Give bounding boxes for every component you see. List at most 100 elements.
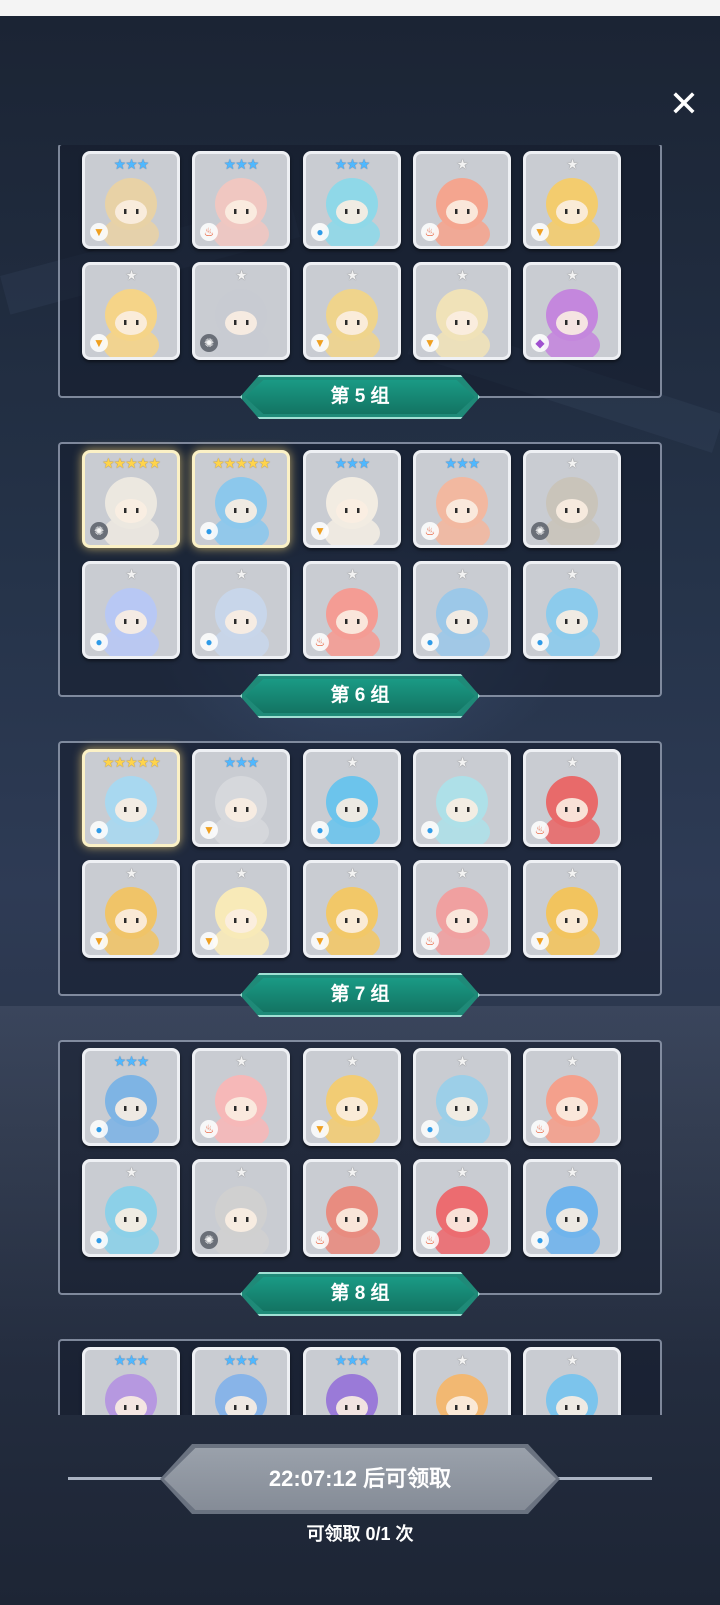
star-rating-icon: ★ — [456, 267, 469, 283]
hero-slot[interactable]: ★▼ — [303, 860, 401, 958]
hero-slot[interactable]: ★★★◆ — [303, 1347, 401, 1415]
hero-slot[interactable]: ★● — [82, 561, 180, 659]
star-rating-icon: ★ — [235, 865, 248, 881]
claim-count-text: 可领取 0/1 次 — [306, 1524, 414, 1544]
star-rating-icon: ★★★ — [113, 1352, 150, 1368]
group-label-banner: 第 7 组 — [240, 973, 480, 1017]
star-rating-icon: ★ — [346, 1053, 359, 1069]
hero-slot[interactable]: ★ ✺ — [192, 262, 290, 360]
hero-slot[interactable]: ★● — [523, 561, 621, 659]
hero-slot[interactable]: ★ ♨ — [523, 749, 621, 847]
light-element-icon: ▼ — [531, 223, 549, 241]
hero-slot[interactable]: ★▼ — [82, 860, 180, 958]
water-element-icon: ● — [421, 1120, 439, 1138]
star-rating-icon: ★ — [566, 1053, 579, 1069]
star-rating-icon: ★ — [235, 267, 248, 283]
star-rating-icon: ★ — [566, 566, 579, 582]
fire-element-icon: ♨ — [421, 223, 439, 241]
hero-slot[interactable]: ★▼ — [82, 262, 180, 360]
fire-element-icon: ♨ — [531, 821, 549, 839]
hero-slot[interactable]: ★● — [523, 1347, 621, 1415]
hero-slot[interactable]: ★★★★★ ✺ — [82, 450, 180, 548]
star-rating-icon: ★★★★★ — [102, 455, 161, 471]
hero-slot[interactable]: ★ ◆ — [523, 262, 621, 360]
light-element-icon: ▼ — [531, 932, 549, 950]
star-rating-icon: ★★★ — [223, 156, 260, 172]
claim-button-label: 22:07:12 后可领取 — [164, 1448, 556, 1510]
claim-line-left — [68, 1477, 168, 1480]
hero-slot[interactable]: ★ ♨ — [303, 561, 401, 659]
hero-slot[interactable]: ★ ♨ — [303, 1159, 401, 1257]
group-label: 第 6 组 — [330, 685, 390, 706]
hero-slot[interactable]: ★▼ — [523, 151, 621, 249]
hero-slot[interactable]: ★▼ — [413, 262, 511, 360]
hero-slot[interactable]: ★ ♨ — [413, 151, 511, 249]
fire-element-icon: ♨ — [421, 932, 439, 950]
hero-slot[interactable]: ★★★★★ ● — [82, 749, 180, 847]
star-rating-icon: ★★★★★ — [102, 754, 161, 770]
hero-slot[interactable]: ★▼ — [523, 860, 621, 958]
light-element-icon: ▼ — [200, 821, 218, 839]
fire-element-icon: ♨ — [421, 1231, 439, 1249]
hero-slot[interactable]: ★● — [523, 1159, 621, 1257]
star-rating-icon: ★★★ — [223, 1352, 260, 1368]
star-rating-icon: ★ — [346, 754, 359, 770]
group-label-banner: 第 5 组 — [240, 375, 480, 419]
star-rating-icon: ★ — [125, 865, 138, 881]
claim-line-right — [552, 1477, 652, 1480]
water-element-icon: ● — [531, 1231, 549, 1249]
light-element-icon: ▼ — [90, 223, 108, 241]
star-rating-icon: ★ — [125, 1164, 138, 1180]
close-button[interactable]: ✕ — [665, 85, 703, 123]
dark-element-icon: ✺ — [200, 1231, 218, 1249]
hero-slot[interactable]: ★ ♨ — [413, 1159, 511, 1257]
hero-slot[interactable]: ★★★● — [82, 1048, 180, 1146]
hero-slot[interactable]: ★★★ ♨ — [413, 450, 511, 548]
hero-slot[interactable]: ★★★ ▼ — [303, 450, 401, 548]
dark-element-icon: ✺ — [200, 334, 218, 352]
water-element-icon: ● — [90, 821, 108, 839]
hero-slot[interactable]: ★★★ ♨ — [192, 151, 290, 249]
hero-slot[interactable]: ★● — [82, 1159, 180, 1257]
star-rating-icon: ★ — [566, 865, 579, 881]
light-element-icon: ▼ — [311, 522, 329, 540]
hero-slot[interactable]: ★★★★★ ● — [192, 450, 290, 548]
hero-slot[interactable]: ★★★ ▼ — [192, 749, 290, 847]
reward-group-list[interactable]: ★★★ ▼ ★★★ ♨ ★★★ ● ★ ♨ ★ ▼ ★ ▼ ★ ✺ ★ ▼ ★ ▼ ★ ◆ 第 5 组 ★★★★★ ✺ ★★★… — [0, 145, 720, 1415]
water-element-icon: ● — [90, 633, 108, 651]
water-element-icon: ● — [311, 821, 329, 839]
star-rating-icon: ★★★ — [334, 1352, 371, 1368]
hero-slot[interactable]: ★ ✺ — [523, 450, 621, 548]
hero-slot[interactable]: ★● — [303, 749, 401, 847]
hero-slot[interactable]: ★▼ — [413, 1347, 511, 1415]
hero-slot[interactable]: ★● — [413, 749, 511, 847]
hero-slot[interactable]: ★ ✺ — [192, 1159, 290, 1257]
water-element-icon: ● — [421, 633, 439, 651]
hero-slot[interactable]: ★▼ — [303, 262, 401, 360]
light-element-icon: ▼ — [90, 334, 108, 352]
water-element-icon: ● — [421, 821, 439, 839]
light-element-icon: ▼ — [200, 932, 218, 950]
hero-slot[interactable]: ★ ♨ — [413, 860, 511, 958]
hero-slot[interactable]: ★▼ — [192, 860, 290, 958]
star-rating-icon: ★ — [346, 865, 359, 881]
hero-slot[interactable]: ★★★● — [192, 1347, 290, 1415]
hero-slot[interactable]: ★ ♨ — [192, 1048, 290, 1146]
star-rating-icon: ★ — [566, 156, 579, 172]
star-rating-icon: ★ — [566, 267, 579, 283]
star-rating-icon: ★ — [235, 1164, 248, 1180]
star-rating-icon: ★★★ — [113, 156, 150, 172]
dark-element-icon: ✺ — [90, 522, 108, 540]
status-bar — [0, 0, 720, 16]
hero-slot[interactable]: ★▼ — [303, 1048, 401, 1146]
hero-slot[interactable]: ★● — [192, 561, 290, 659]
hero-slot[interactable]: ★ ♨ — [523, 1048, 621, 1146]
hero-slot[interactable]: ★● — [413, 561, 511, 659]
star-rating-icon: ★ — [456, 1352, 469, 1368]
hero-slot[interactable]: ★★★◆ — [82, 1347, 180, 1415]
hero-slot[interactable]: ★★★ ▼ — [82, 151, 180, 249]
hero-slot[interactable]: ★★★● — [303, 151, 401, 249]
light-element-icon: ▼ — [311, 1120, 329, 1138]
claim-button[interactable]: 22:07:12 后可领取 — [160, 1444, 560, 1514]
hero-slot[interactable]: ★● — [413, 1048, 511, 1146]
